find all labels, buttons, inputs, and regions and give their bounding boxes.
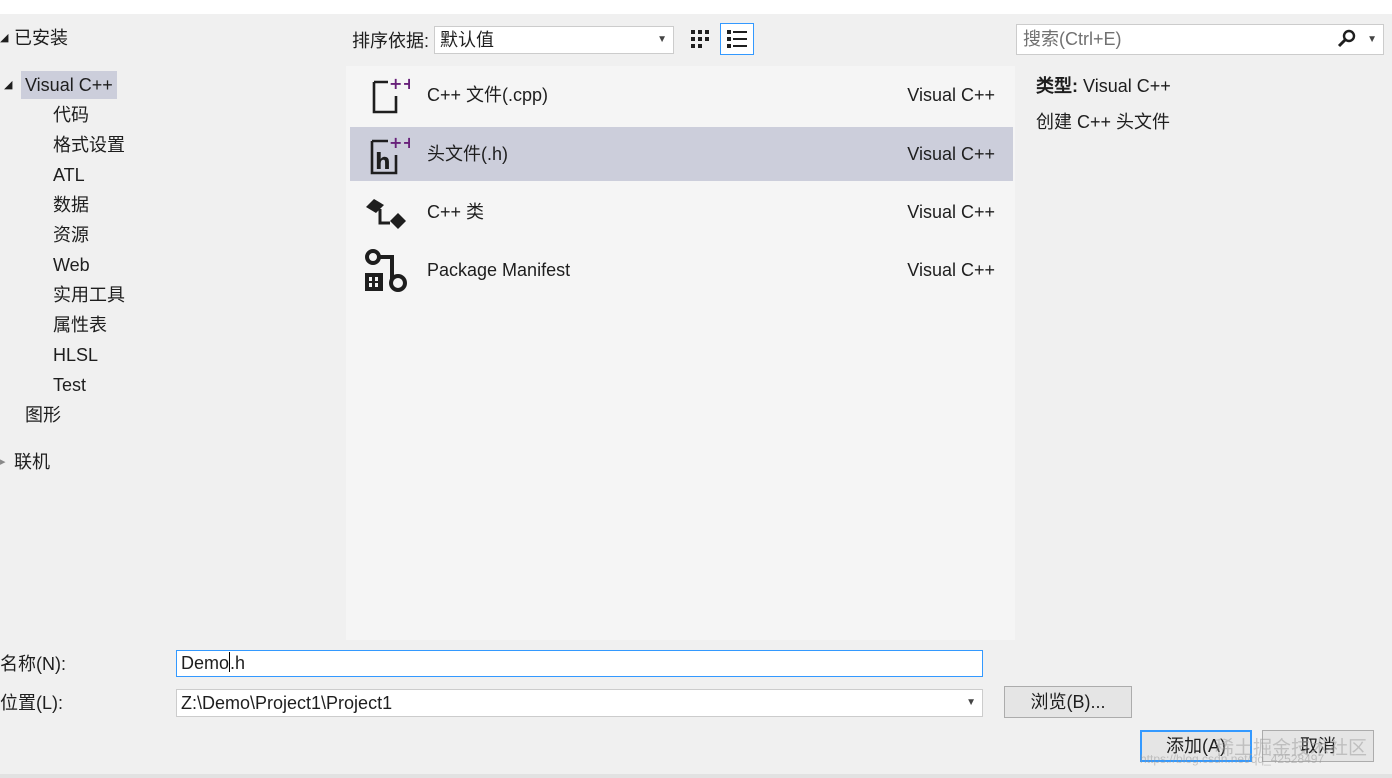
cpp-class-icon — [366, 199, 406, 229]
template-name: C++ 文件(.cpp) — [427, 85, 549, 105]
name-label: 名称(N): — [0, 654, 66, 674]
template-type: 类型: Visual C++ — [1036, 74, 1171, 98]
name-value-extension: .h — [230, 653, 246, 673]
grid-view-icon — [691, 30, 709, 48]
title-bar-remnant — [0, 0, 1392, 14]
template-name: C++ 类 — [427, 202, 485, 222]
list-view-icon — [727, 30, 747, 48]
list-view-button[interactable] — [720, 23, 754, 55]
small-icons-view-button[interactable] — [683, 23, 717, 55]
sort-label: 排序依据: — [352, 31, 430, 51]
template-category-tree: ◢ 已安装 ◢ Visual C++ 代码 格式设置 ATL 数据 资源 Web… — [0, 14, 345, 642]
tree-item-property-sheets[interactable]: 属性表 — [53, 311, 107, 339]
template-item-package-manifest[interactable]: Package Manifest Visual C++ — [350, 243, 1013, 297]
add-button[interactable]: 添加(A) — [1140, 730, 1252, 762]
cancel-button[interactable]: 取消 — [1262, 730, 1374, 762]
tree-item-online[interactable]: 联机 — [14, 448, 50, 476]
sort-dropdown[interactable]: 默认值 ▼ — [434, 26, 674, 54]
template-list: ++ C++ 文件(.cpp) Visual C++ h ++ 头文件(.h) … — [346, 66, 1015, 640]
tree-item-test[interactable]: Test — [53, 371, 86, 399]
expanded-arrow-icon[interactable]: ◢ — [0, 24, 8, 52]
template-language: Visual C++ — [907, 260, 995, 280]
location-label: 位置(L): — [0, 693, 63, 713]
template-language: Visual C++ — [907, 144, 995, 164]
chevron-down-icon[interactable]: ▼ — [1367, 25, 1377, 54]
tree-item-web[interactable]: Web — [53, 251, 90, 279]
tree-item-utility[interactable]: 实用工具 — [53, 281, 125, 309]
svg-text:++: ++ — [389, 74, 410, 93]
cpp-file-icon: ++ — [372, 74, 410, 114]
name-value-part: Demo — [181, 653, 230, 673]
tree-item-hlsl[interactable]: HLSL — [53, 341, 98, 369]
template-info-pane: 类型: Visual C++ 创建 C++ 头文件 — [1016, 66, 1392, 640]
collapsed-arrow-icon[interactable]: ▸ — [0, 448, 6, 476]
svg-text:h: h — [375, 150, 391, 175]
name-input[interactable]: Demo.h — [176, 650, 983, 677]
tree-item-formatting[interactable]: 格式设置 — [53, 131, 125, 159]
tree-item-atl[interactable]: ATL — [53, 161, 85, 189]
sort-dropdown-value: 默认值 — [440, 30, 494, 50]
template-language: Visual C++ — [907, 85, 995, 105]
svg-text:++: ++ — [389, 133, 410, 152]
search-icon[interactable] — [1337, 29, 1357, 49]
search-input[interactable]: 搜索(Ctrl+E) ▼ — [1016, 24, 1384, 55]
tree-item-data[interactable]: 数据 — [53, 191, 89, 219]
package-manifest-icon — [365, 249, 407, 292]
tree-item-installed[interactable]: 已安装 — [14, 24, 68, 52]
tree-item-graphics[interactable]: 图形 — [25, 401, 61, 429]
location-value: Z:\Demo\Project1\Project1 — [181, 693, 393, 713]
header-file-icon: h ++ — [370, 133, 410, 175]
template-item-header-file[interactable]: h ++ 头文件(.h) Visual C++ — [350, 127, 1013, 181]
type-label: 类型: — [1036, 76, 1078, 96]
window-bottom-edge — [0, 774, 1392, 778]
type-value: Visual C++ — [1083, 76, 1171, 96]
chevron-down-icon: ▼ — [657, 34, 667, 45]
template-description: 创建 C++ 头文件 — [1036, 112, 1171, 132]
file-form: 名称(N): Demo.h 位置(L): Z:\Demo\Project1\Pr… — [0, 642, 1392, 778]
location-input[interactable]: Z:\Demo\Project1\Project1 ▼ — [176, 689, 983, 717]
tree-item-code[interactable]: 代码 — [53, 101, 89, 129]
template-item-cpp-file[interactable]: ++ C++ 文件(.cpp) Visual C++ — [350, 68, 1013, 122]
chevron-down-icon[interactable]: ▼ — [966, 690, 976, 716]
template-name: 头文件(.h) — [427, 144, 508, 164]
tree-item-visual-cpp[interactable]: Visual C++ — [21, 71, 117, 99]
browse-button[interactable]: 浏览(B)... — [1004, 686, 1132, 718]
template-name: Package Manifest — [427, 260, 571, 280]
search-placeholder: 搜索(Ctrl+E) — [1023, 29, 1122, 49]
tree-item-resource[interactable]: 资源 — [53, 221, 89, 249]
template-language: Visual C++ — [907, 202, 995, 222]
expanded-arrow-icon[interactable]: ◢ — [4, 71, 12, 99]
template-item-cpp-class[interactable]: C++ 类 Visual C++ — [350, 185, 1013, 239]
